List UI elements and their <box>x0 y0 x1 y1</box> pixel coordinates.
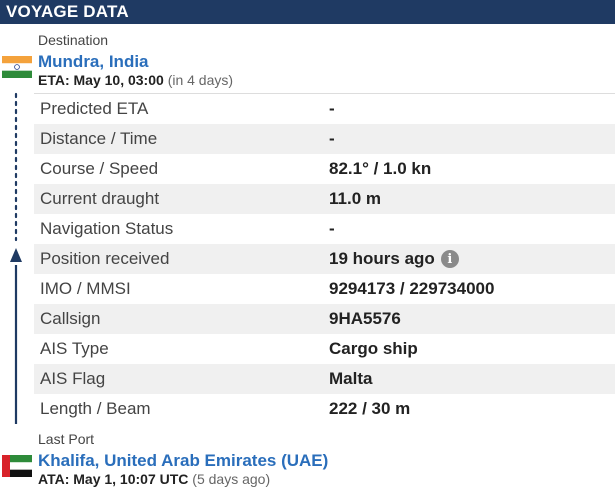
destination-label: Destination <box>38 32 109 48</box>
row-label: IMO / MMSI <box>40 279 131 298</box>
row-value: - <box>329 129 615 149</box>
table-row: Distance / Time - <box>34 124 615 154</box>
row-value-text: Cargo ship <box>329 339 418 358</box>
row-value: 19 hours ago i <box>329 249 615 269</box>
destination-eta: ETA: May 10, 03:00 (in 4 days) <box>38 72 233 88</box>
row-value-text: 11.0 m <box>329 189 381 208</box>
table-row: Callsign 9HA5576 <box>34 304 615 334</box>
row-value: 222 / 30 m <box>329 399 615 419</box>
table-row: AIS Type Cargo ship <box>34 334 615 364</box>
row-label: Position received <box>40 249 170 268</box>
info-icon[interactable]: i <box>440 250 459 268</box>
row-value: - <box>329 99 615 119</box>
row-value: 9HA5576 <box>329 309 615 329</box>
row-label: Distance / Time <box>40 129 158 148</box>
table-row: Predicted ETA - <box>34 94 615 124</box>
row-value-text: - <box>329 129 335 148</box>
ata-value: ATA: May 1, 10:07 UTC <box>38 471 189 487</box>
row-label: Length / Beam <box>40 399 151 418</box>
table-row: Current draught 11.0 m <box>34 184 615 214</box>
last-port-link[interactable]: Khalifa, United Arab Emirates (UAE) <box>38 451 328 471</box>
table-row: IMO / MMSI 9294173 / 229734000 <box>34 274 615 304</box>
row-label: AIS Type <box>40 339 109 358</box>
header-title: VOYAGE DATA <box>6 2 129 21</box>
table-row: AIS Flag Malta <box>34 364 615 394</box>
voyage-data-header: VOYAGE DATA <box>0 0 615 24</box>
row-label: Predicted ETA <box>40 99 149 118</box>
row-label: Callsign <box>40 309 101 328</box>
uae-flag-icon <box>2 455 32 477</box>
eta-value: ETA: May 10, 03:00 <box>38 72 164 88</box>
row-value: - <box>329 219 615 239</box>
row-label: AIS Flag <box>40 369 106 388</box>
row-value-text: 9294173 / 229734000 <box>329 279 495 298</box>
table-row: Course / Speed 82.1° / 1.0 kn <box>34 154 615 184</box>
destination-port-link[interactable]: Mundra, India <box>38 52 149 72</box>
row-value-text: 82.1° / 1.0 kn <box>329 159 432 178</box>
last-port-label: Last Port <box>38 431 95 447</box>
india-flag-icon <box>2 56 32 78</box>
row-value-text: 222 / 30 m <box>329 399 411 418</box>
row-label: Current draught <box>40 189 160 208</box>
row-value-text: - <box>329 99 335 118</box>
last-port-ata: ATA: May 1, 10:07 UTC (5 days ago) <box>38 471 270 487</box>
row-value-text: Malta <box>329 369 373 388</box>
voyage-data-table: Predicted ETA - Distance / Time - Course / S… <box>34 93 615 424</box>
row-value: 82.1° / 1.0 kn <box>329 159 615 179</box>
row-value: Malta <box>329 369 615 389</box>
row-value-text: 9HA5576 <box>329 309 401 328</box>
ata-relative: (5 days ago) <box>192 471 271 487</box>
eta-relative: (in 4 days) <box>167 72 234 88</box>
row-label: Navigation Status <box>40 219 174 238</box>
table-row: Length / Beam 222 / 30 m <box>34 394 615 424</box>
row-value-text: - <box>329 219 335 238</box>
row-value: Cargo ship <box>329 339 615 359</box>
table-row: Navigation Status - <box>34 214 615 244</box>
row-label: Course / Speed <box>40 159 159 178</box>
row-value: 11.0 m <box>329 189 615 209</box>
table-row: Position received 19 hours ago i <box>34 244 615 274</box>
row-value: 9294173 / 229734000 <box>329 279 615 299</box>
row-value-text: 19 hours ago <box>329 249 435 268</box>
route-line-icon <box>10 92 22 424</box>
